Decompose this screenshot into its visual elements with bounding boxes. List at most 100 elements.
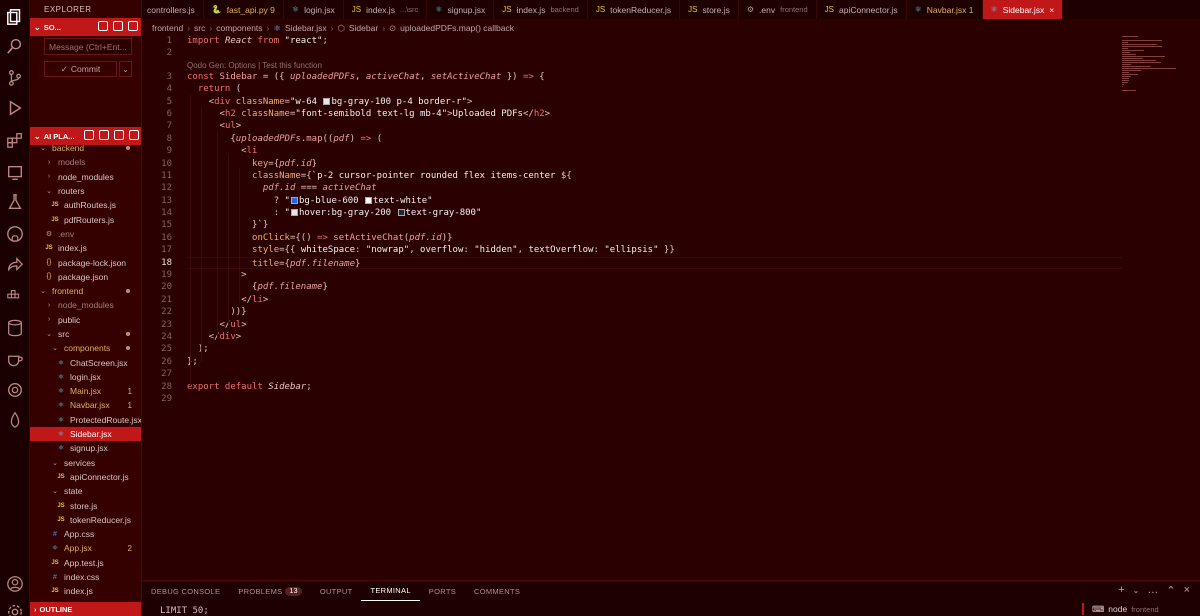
new-file-icon[interactable] (84, 130, 94, 140)
tree-item-app-jsx[interactable]: ⚛ App.jsx 2 (30, 541, 141, 555)
tree-item-frontend[interactable]: ⌄ frontend (30, 284, 141, 298)
source-control-section-header[interactable]: ⌄ SO... (30, 18, 141, 36)
remote-explorer-icon[interactable] (5, 163, 25, 183)
tree-item-authroutes-js[interactable]: JS authRoutes.js (30, 198, 141, 212)
checkmark-icon[interactable] (98, 21, 108, 31)
tree-item-login-jsx[interactable]: ⚛ login.jsx (30, 370, 141, 384)
tree-item-src[interactable]: ⌄ src (30, 327, 141, 341)
docker-icon[interactable] (5, 286, 25, 306)
tree-item-pdfrouters-js[interactable]: JS pdfRouters.js (30, 212, 141, 226)
refresh-icon[interactable] (113, 21, 123, 31)
code-line[interactable]: className={`p-2 cursor-pointer rounded f… (187, 170, 1122, 182)
code-editor[interactable]: 12 3 4 5 6 7 8 9 10 11 12 13 14 15 16 17 18 19 20 21 22 23 24… (142, 35, 1122, 580)
mongodb-icon[interactable] (5, 410, 25, 430)
code-line[interactable]: const Sidebar = ({ uploadedPDFs, activeC… (187, 71, 1122, 83)
tab-store-js[interactable]: JS store.js (680, 0, 739, 19)
tree-item--env[interactable]: ⚙ .env (30, 227, 141, 241)
code-line[interactable]: > (187, 269, 1122, 281)
commit-dropdown-button[interactable]: ⌄ (119, 61, 132, 77)
code-line[interactable]: : " hover:bg-gray-200 text-gray-800" (187, 207, 1122, 219)
new-folder-icon[interactable] (99, 130, 109, 140)
tree-item-services[interactable]: ⌄ services (30, 456, 141, 470)
explorer-icon[interactable] (5, 7, 25, 27)
panel-tab-problems[interactable]: PROBLEMS 13 (229, 581, 310, 601)
code-line[interactable]: {pdf.filename} (187, 281, 1122, 293)
more-icon[interactable] (128, 21, 138, 31)
code-line[interactable]: </ul> (187, 319, 1122, 331)
tree-item-store-js[interactable]: JS store.js (30, 498, 141, 512)
code-line[interactable]: ); (187, 343, 1122, 355)
code-line[interactable] (187, 47, 1122, 59)
tree-item-backend[interactable]: ⌄ backend (30, 141, 141, 155)
tree-item-tokenreducer-js[interactable]: JS tokenReducer.js (30, 513, 141, 527)
code-line[interactable]: export default Sidebar; (187, 381, 1122, 393)
maximize-icon[interactable]: ⌃ (1166, 584, 1175, 597)
code-line[interactable]: </li> (187, 294, 1122, 306)
code-line[interactable]: title={pdf.filename} (187, 256, 1122, 270)
run-debug-icon[interactable] (5, 98, 25, 118)
tree-item-node-modules[interactable]: › node_modules (30, 170, 141, 184)
codelens[interactable]: Qodo Gen: Options | Test this function (187, 60, 1122, 71)
code-line[interactable]: }`} (187, 219, 1122, 231)
testing-icon[interactable] (5, 192, 25, 212)
code-line[interactable]: {uploadedPDFs.map((pdf) => ( (187, 133, 1122, 145)
code-line[interactable]: pdf.id === activeChat (187, 182, 1122, 194)
chevron-down-icon[interactable]: ⌄ (1133, 586, 1140, 597)
terminal-output[interactable]: LIMIT 50; (160, 606, 209, 616)
code-line[interactable]: style={{ whiteSpace: "nowrap", overflow:… (187, 244, 1122, 256)
panel-tab-comments[interactable]: COMMENTS (465, 581, 529, 601)
code-line[interactable]: onClick={() => setActiveChat(pdf.id)} (187, 232, 1122, 244)
tree-item-models[interactable]: › models (30, 155, 141, 169)
coffee-icon[interactable] (5, 348, 25, 368)
code-line[interactable]: return ( (187, 83, 1122, 95)
code-line[interactable] (187, 393, 1122, 405)
code-line[interactable]: ? " bg-blue-600 text-white" (187, 195, 1122, 207)
code-line[interactable]: <h2 className="font-semibold text-lg mb-… (187, 108, 1122, 120)
tab-controllers-js[interactable]: controllers.js (142, 0, 204, 19)
tree-item-index-js[interactable]: JS index.js (30, 241, 141, 255)
tree-item-index-css[interactable]: # index.css (30, 570, 141, 584)
panel-tab-output[interactable]: OUTPUT (311, 581, 362, 601)
search-icon[interactable] (5, 36, 25, 56)
breadcrumb-item[interactable]: frontend (152, 23, 183, 33)
source-control-icon[interactable] (5, 68, 25, 88)
openai-icon[interactable] (5, 380, 25, 400)
code-line[interactable]: import React from "react"; (187, 35, 1122, 47)
tree-item-public[interactable]: › public (30, 313, 141, 327)
live-share-icon[interactable] (5, 255, 25, 275)
settings-icon[interactable] (5, 602, 25, 616)
tree-item-signup-jsx[interactable]: ⚛ signup.jsx (30, 441, 141, 455)
collapse-all-icon[interactable] (129, 130, 139, 140)
github-icon[interactable] (5, 224, 25, 244)
breadcrumb-item[interactable]: Sidebar.jsx (285, 23, 327, 33)
tree-item-package-json[interactable]: {} package.json (30, 270, 141, 284)
code-line[interactable]: key={pdf.id} (187, 158, 1122, 170)
extensions-icon[interactable] (5, 130, 25, 150)
tree-item-app-css[interactable]: # App.css (30, 527, 141, 541)
tree-item-components[interactable]: ⌄ components (30, 341, 141, 355)
panel-tab-debug-console[interactable]: DEBUG CONSOLE (142, 581, 229, 601)
terminal-instance[interactable]: ⌨ node frontend (1082, 603, 1159, 615)
tab-login-jsx[interactable]: ⚛ login.jsx (284, 0, 344, 19)
commit-button[interactable]: ✓ Commit (44, 61, 117, 77)
tree-item-chatscreen-jsx[interactable]: ⚛ ChatScreen.jsx (30, 355, 141, 369)
outline-section-header[interactable]: › OUTLINE (30, 602, 141, 616)
breadcrumb-item[interactable]: src (194, 23, 205, 33)
breadcrumb-item[interactable]: uploadedPDFs.map() callback (400, 23, 514, 33)
tab-index-js[interactable]: JS index.js ...\src (344, 0, 428, 19)
tree-item-node-modules[interactable]: › node_modules (30, 298, 141, 312)
code-line[interactable]: <ul> (187, 120, 1122, 132)
tab-fast-api-py-9[interactable]: 🐍 fast_api.py 9 (204, 0, 284, 19)
tab-apiconnector-js[interactable]: JS apiConnector.js (817, 0, 907, 19)
tree-item-main-jsx[interactable]: ⚛ Main.jsx 1 (30, 384, 141, 398)
code-line[interactable]: <div className="w-64 bg-gray-100 p-4 bor… (187, 96, 1122, 108)
code-area[interactable]: import React from "react"; Qodo Gen: Opt… (187, 35, 1122, 405)
code-line[interactable]: ))} (187, 306, 1122, 318)
more-icon[interactable]: … (1147, 584, 1158, 597)
commit-message-input[interactable]: Message (Ctrl+Ent... (44, 38, 132, 55)
tree-item-apiconnector-js[interactable]: JS apiConnector.js (30, 470, 141, 484)
tab-index-js[interactable]: JS index.js backend (494, 0, 588, 19)
tree-item-state[interactable]: ⌄ state (30, 484, 141, 498)
tree-item-package-lock-json[interactable]: {} package-lock.json (30, 255, 141, 269)
panel-tab-ports[interactable]: PORTS (420, 581, 465, 601)
